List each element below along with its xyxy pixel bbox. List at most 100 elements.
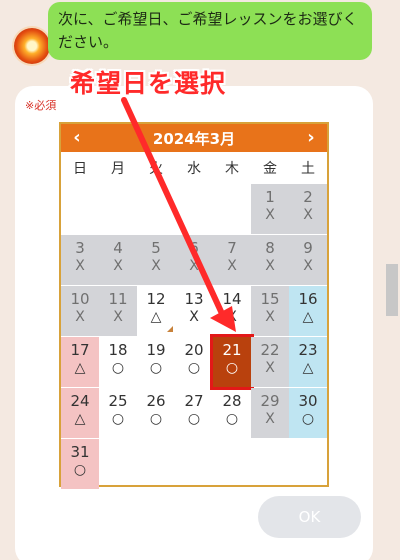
availability-symbol: ○ [225,360,239,376]
weekday-label: 木 [225,161,239,177]
availability-symbol: ○ [111,360,125,376]
availability-symbol: ○ [149,411,163,427]
day-number: 24 [70,392,90,410]
required-label: ※必須 [25,99,57,112]
day-number: 27 [184,392,204,410]
availability-symbol: X [303,258,313,274]
day-number: 28 [222,392,242,410]
day-number: 31 [70,443,90,461]
availability-symbol: X [265,411,275,427]
calendar-day-19[interactable]: 19 ○ [137,337,175,387]
day-number: 18 [108,341,128,359]
availability-symbol: ○ [187,360,201,376]
calendar-day-1: 1X [251,184,289,234]
weekday-label: 火 [149,161,163,177]
availability-symbol: ○ [111,411,125,427]
day-number: 10 [70,290,90,308]
calendar-day-15: 15 X [251,286,289,336]
day-number: 20 [184,341,204,359]
day-number: 17 [70,341,90,359]
calendar-day-4: 4X [99,235,137,285]
availability-symbol: X [75,258,85,274]
calendar-header: ‹ 2024年3月 › [61,124,327,152]
availability-symbol: X [75,309,85,325]
day-number: 3 [75,239,85,257]
availability-symbol: △ [74,411,86,427]
calendar-day-27[interactable]: 27 ○ [175,388,213,438]
day-number: 14 [222,290,242,308]
chat-bubble: 次に、ご希望日、ご希望レッスンをお選びください。 [48,2,372,60]
chat-message: 次に、ご希望日、ご希望レッスンをお選びください。 [58,10,358,51]
day-number: 23 [298,341,318,359]
day-number: 21 [222,341,242,359]
availability-symbol: X [151,258,161,274]
calendar-day-8: 8X [251,235,289,285]
calendar-day-28[interactable]: 28 ○ [213,388,251,438]
availability-symbol: △ [74,360,86,376]
weekday-label: 月 [111,161,125,177]
calendar-day-23[interactable]: 23 △ [289,337,327,387]
day-number: 12 [146,290,166,308]
availability-symbol: X [189,258,199,274]
availability-symbol: ○ [225,411,239,427]
day-number: 13 [184,290,204,308]
calendar-day-3: 3X [61,235,99,285]
calendar-day-30[interactable]: 30 ○ [289,388,327,438]
avatar [14,28,50,64]
availability-symbol: X [265,360,275,376]
scrollbar[interactable] [386,264,398,316]
availability-symbol: X [113,309,123,325]
calendar-day-26[interactable]: 26 ○ [137,388,175,438]
calendar-day-11: 11 X [99,286,137,336]
calendar-day-9: 9X [289,235,327,285]
calendar-day-21[interactable]: 21 ○ [210,334,254,390]
calendar-day-16[interactable]: 16 △ [289,286,327,336]
day-number: 5 [151,239,161,257]
day-number: 30 [298,392,318,410]
availability-symbol: X [265,309,275,325]
day-number: 4 [113,239,123,257]
corner-marker [167,326,173,332]
annotation-label: 希望日を選択 [70,69,227,98]
day-number: 16 [298,290,318,308]
weekday-label: 土 [301,161,315,177]
day-number: 22 [260,341,280,359]
day-number: 26 [146,392,166,410]
day-number: 2 [303,188,313,206]
calendar-day-7: 7X [213,235,251,285]
weekday-label: 金 [263,161,277,177]
day-number: 25 [108,392,128,410]
availability-symbol: X [303,207,313,223]
availability-symbol: X [265,258,275,274]
calendar-day-31[interactable]: 31 ○ [61,439,99,489]
calendar-day-6: 6X [175,235,213,285]
ok-button[interactable]: OK [258,496,361,538]
calendar-day-24[interactable]: 24 △ [61,388,99,438]
availability-symbol: X [113,258,123,274]
calendar-day-25[interactable]: 25 ○ [99,388,137,438]
availability-symbol: ○ [187,411,201,427]
availability-symbol: △ [302,309,314,325]
availability-symbol: X [227,258,237,274]
calendar-day-5: 5X [137,235,175,285]
weekday-label: 水 [187,161,201,177]
calendar: ‹ 2024年3月 › 日月火水木金土 1 X 2 X 3 X 4 X 5 X 6 X 7 X 8 X 9 X 10 X… [59,122,329,489]
calendar-day-17[interactable]: 17 △ [61,337,99,387]
calendar-day-20[interactable]: 20 ○ [175,337,213,387]
availability-symbol: X [265,207,275,223]
calendar-day-29: 29 X [251,388,289,438]
next-month-button[interactable]: › [299,126,323,150]
availability-symbol: ○ [73,462,87,478]
day-number: 19 [146,341,166,359]
calendar-day-22: 22 X [251,337,289,387]
availability-symbol: △ [302,360,314,376]
calendar-day-18[interactable]: 18 ○ [99,337,137,387]
calendar-day-13[interactable]: 13 X [175,286,213,336]
calendar-day-14[interactable]: 14 X [213,286,251,336]
day-number: 15 [260,290,280,308]
day-number: 1 [265,188,275,206]
availability-symbol: ○ [149,360,163,376]
day-number: 7 [227,239,237,257]
availability-symbol: X [189,309,199,325]
availability-symbol: △ [150,309,162,325]
